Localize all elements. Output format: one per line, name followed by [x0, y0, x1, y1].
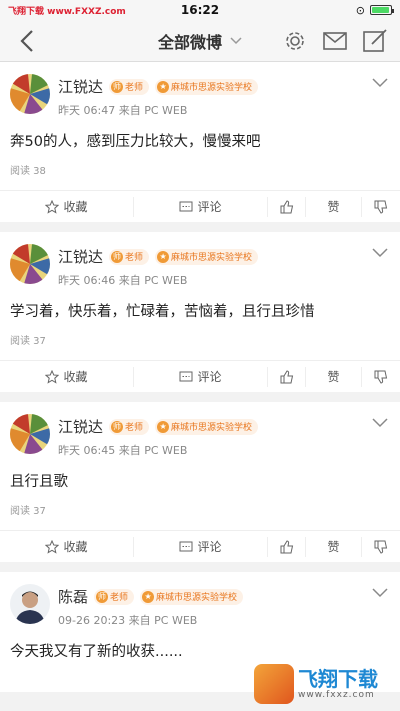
chevron-down-icon[interactable]	[372, 588, 388, 598]
avatar[interactable]	[10, 74, 50, 114]
like-button[interactable]	[268, 536, 306, 557]
feed: 江锐达 师老师 ★ 麻城市思源实验学校 昨天 06:47 来自 PC WEB 奔5…	[0, 62, 400, 702]
chevron-down-icon[interactable]	[372, 248, 388, 258]
comment-button[interactable]: 评论	[134, 536, 268, 557]
mail-icon[interactable]	[322, 28, 348, 54]
comment-icon	[179, 201, 193, 211]
watermark-url: www.fxxz.com	[298, 690, 375, 700]
role-badge: 师老师	[109, 248, 150, 265]
like-button[interactable]	[268, 366, 306, 387]
chevron-down-icon[interactable]	[372, 418, 388, 428]
avatar[interactable]	[10, 584, 50, 624]
thumb-down-icon	[374, 540, 388, 554]
post-actions: 收藏 评论 赞	[0, 360, 400, 392]
teacher-icon: 师	[111, 250, 124, 263]
school-icon: ★	[157, 420, 170, 433]
comment-icon	[179, 541, 193, 551]
role-badge: 师老师	[109, 418, 150, 435]
dislike-button[interactable]	[362, 537, 400, 557]
orientation-lock-icon: ⊙	[355, 3, 365, 17]
favorite-button[interactable]: 收藏	[0, 366, 134, 387]
post-meta: 昨天 06:45 来自 PC WEB	[58, 444, 188, 457]
status-bar: 飞翔下载 www.FXXZ.com 16:22 ⊙	[0, 0, 400, 20]
post-text: 奔50的人，感到压力比较大，慢慢来吧	[10, 134, 261, 150]
page-title-text: 全部微博	[157, 32, 222, 52]
nav-bar: 全部微博	[0, 20, 400, 62]
post-card[interactable]: 江锐达 师老师 ★ 麻城市思源实验学校 昨天 06:47 来自 PC WEB 奔5…	[0, 62, 400, 222]
compose-icon[interactable]	[362, 28, 388, 54]
read-count: 阅读 37	[10, 506, 46, 517]
battery-icon	[370, 5, 394, 15]
thumb-up-icon	[280, 369, 293, 383]
carrier-text: 飞翔下载 www.FXXZ.com	[8, 6, 126, 17]
post-actions: 收藏 评论 赞	[0, 190, 400, 222]
post-meta: 昨天 06:47 来自 PC WEB	[58, 104, 188, 117]
thumb-up-icon	[280, 539, 293, 553]
school-badge: ★ 麻城市思源实验学校	[155, 78, 259, 95]
post-card[interactable]: 江锐达 师老师 ★ 麻城市思源实验学校 昨天 06:45 来自 PC WEB 且行…	[0, 402, 400, 562]
school-icon: ★	[142, 590, 155, 603]
post-card[interactable]: 江锐达 师老师 ★ 麻城市思源实验学校 昨天 06:46 来自 PC WEB 学习…	[0, 232, 400, 392]
school-icon: ★	[157, 80, 170, 93]
avatar[interactable]	[10, 414, 50, 454]
like-button[interactable]	[268, 196, 306, 217]
favorite-button[interactable]: 收藏	[0, 196, 134, 217]
teacher-icon: 师	[111, 80, 124, 93]
avatar[interactable]	[10, 244, 50, 284]
comment-icon	[179, 371, 193, 381]
status-icons: ⊙	[355, 3, 394, 17]
school-badge: ★ 麻城市思源实验学校	[140, 588, 244, 605]
author-name[interactable]: 江锐达	[58, 246, 103, 267]
watermark-text: 飞翔下载	[298, 667, 378, 691]
read-count: 阅读 37	[10, 336, 46, 347]
thumb-up-icon	[280, 199, 293, 213]
comment-button[interactable]: 评论	[134, 196, 268, 217]
favorite-button[interactable]: 收藏	[0, 536, 134, 557]
school-icon: ★	[157, 250, 170, 263]
author-name[interactable]: 江锐达	[58, 416, 103, 437]
author-name[interactable]: 陈磊	[58, 586, 88, 607]
read-count: 阅读 38	[10, 166, 46, 177]
thumb-down-icon	[374, 200, 388, 214]
like-label[interactable]: 赞	[306, 196, 362, 217]
author-name[interactable]: 江锐达	[58, 76, 103, 97]
star-icon	[45, 539, 60, 554]
school-badge: ★ 麻城市思源实验学校	[155, 248, 259, 265]
post-actions: 收藏 评论 赞	[0, 530, 400, 562]
post-text: 学习着，快乐着，忙碌着，苦恼着，且行且珍惜	[10, 304, 315, 320]
dislike-button[interactable]	[362, 197, 400, 217]
star-icon	[45, 199, 60, 214]
teacher-icon: 师	[96, 590, 109, 603]
watermark-logo	[254, 664, 294, 704]
dislike-button[interactable]	[362, 367, 400, 387]
like-label[interactable]: 赞	[306, 536, 362, 557]
watermark: 飞翔下载 www.fxxz.com	[254, 661, 394, 707]
role-badge: 师老师	[109, 78, 150, 95]
post-meta: 昨天 06:46 来自 PC WEB	[58, 274, 188, 287]
chevron-down-icon[interactable]	[372, 78, 388, 88]
teacher-icon: 师	[111, 420, 124, 433]
role-badge: 师老师	[94, 588, 135, 605]
like-label[interactable]: 赞	[306, 366, 362, 387]
chevron-down-icon	[230, 36, 242, 44]
gear-icon[interactable]	[282, 28, 308, 54]
post-meta: 09-26 20:23 来自 PC WEB	[58, 614, 198, 627]
star-icon	[45, 369, 60, 384]
back-icon[interactable]	[16, 28, 40, 54]
thumb-down-icon	[374, 370, 388, 384]
comment-button[interactable]: 评论	[134, 366, 268, 387]
school-badge: ★ 麻城市思源实验学校	[155, 418, 259, 435]
post-text: 且行且歌	[10, 474, 68, 490]
